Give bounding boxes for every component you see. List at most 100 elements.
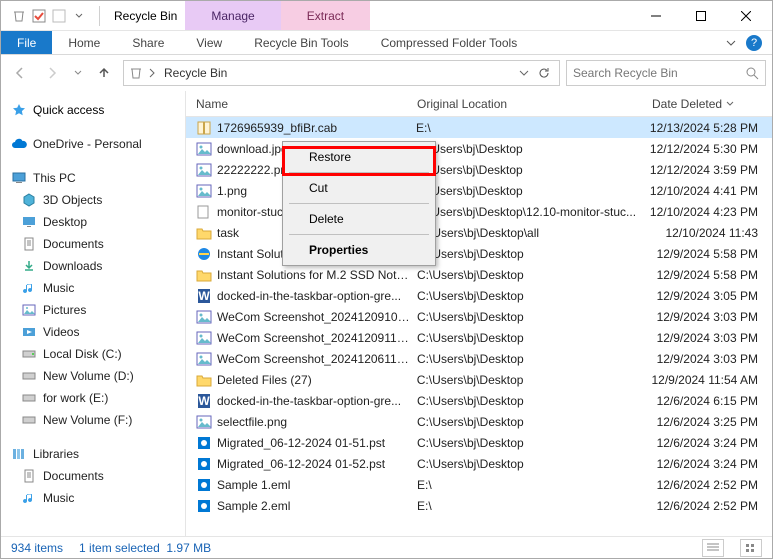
file-name: WeCom Screenshot_202412091100... [217, 331, 411, 345]
file-date: 12/6/2024 3:24 PM [646, 457, 772, 471]
address-dropdown-icon[interactable] [519, 68, 529, 78]
file-date: 12/12/2024 3:59 PM [644, 163, 772, 177]
tab-compressed-tools[interactable]: Compressed Folder Tools [365, 31, 534, 54]
svg-text:W: W [198, 394, 210, 408]
icons-view-button[interactable] [740, 539, 762, 557]
table-row[interactable]: Migrated_06-12-2024 01-51.pstC:\Users\bj… [186, 432, 772, 453]
chevron-right-icon[interactable] [148, 68, 156, 78]
file-name: WeCom Screenshot_202412091059... [217, 310, 411, 324]
nav-icon [21, 412, 37, 428]
forward-button[interactable] [39, 60, 65, 86]
file-icon [196, 435, 212, 451]
nav-pc-pictures[interactable]: Pictures [1, 299, 185, 321]
tab-view[interactable]: View [180, 31, 238, 54]
file-tab[interactable]: File [1, 31, 52, 54]
file-location: C:\Users\bj\Desktop [410, 163, 644, 177]
table-row[interactable]: 1.pngC:\Users\bj\Desktop12/10/2024 4:41 … [186, 180, 772, 201]
breadcrumb-segment[interactable]: Recycle Bin [160, 66, 231, 80]
file-name: Migrated_06-12-2024 01-51.pst [217, 436, 385, 450]
file-icon: W [196, 288, 212, 304]
table-row[interactable]: Instant Solutions for M.2 SSD Not S...C:… [186, 264, 772, 285]
nav-pc-new-volume-f-[interactable]: New Volume (F:) [1, 409, 185, 431]
navigation-pane[interactable]: Quick access OneDrive - Personal This PC… [1, 91, 186, 536]
help-icon[interactable]: ? [746, 35, 762, 51]
file-date: 12/6/2024 3:25 PM [646, 415, 772, 429]
address-box[interactable]: Recycle Bin [123, 60, 560, 86]
table-row[interactable]: Migrated_06-12-2024 01-52.pstC:\Users\bj… [186, 453, 772, 474]
table-row[interactable]: Deleted Files (27)C:\Users\bj\Desktop12/… [186, 369, 772, 390]
menu-properties[interactable]: Properties [285, 237, 433, 263]
ribbon-expand-icon[interactable] [726, 38, 736, 48]
nav-label: Music [43, 281, 74, 295]
file-icon [196, 477, 212, 493]
nav-pc-desktop[interactable]: Desktop [1, 211, 185, 233]
tab-home[interactable]: Home [52, 31, 116, 54]
search-placeholder: Search Recycle Bin [573, 66, 678, 80]
nav-pc-documents[interactable]: Documents [1, 233, 185, 255]
nav-onedrive[interactable]: OneDrive - Personal [1, 133, 185, 155]
table-row[interactable]: WeCom Screenshot_202412091100...C:\Users… [186, 327, 772, 348]
back-button[interactable] [7, 60, 33, 86]
nav-quick-access[interactable]: Quick access [1, 99, 185, 121]
nav-pc-downloads[interactable]: Downloads [1, 255, 185, 277]
file-date: 12/9/2024 5:58 PM [646, 268, 772, 282]
table-row[interactable]: WeCom Screenshot_202412061139...C:\Users… [186, 348, 772, 369]
table-row[interactable]: Sample 2.emlE:\12/6/2024 2:52 PM [186, 495, 772, 516]
nav-label: Documents [43, 237, 104, 251]
table-row[interactable]: selectfile.pngC:\Users\bj\Desktop12/6/20… [186, 411, 772, 432]
details-view-button[interactable] [702, 539, 724, 557]
file-icon [196, 372, 212, 388]
minimize-button[interactable] [633, 1, 678, 31]
close-button[interactable] [723, 1, 768, 31]
menu-separator [289, 172, 429, 173]
recycle-bin-icon [11, 8, 27, 24]
file-date: 12/9/2024 3:03 PM [646, 310, 772, 324]
context-menu: Restore Cut Delete Properties [282, 141, 436, 266]
table-row[interactable]: Sample 1.emlE:\12/6/2024 2:52 PM [186, 474, 772, 495]
table-row[interactable]: taskC:\Users\bj\Desktop\all12/10/2024 11… [186, 222, 772, 243]
table-row[interactable]: Wdocked-in-the-taskbar-option-gre...C:\U… [186, 390, 772, 411]
file-icon [196, 456, 212, 472]
file-name: WeCom Screenshot_202412061139... [217, 352, 411, 366]
nav-pc-music[interactable]: Music [1, 277, 185, 299]
properties-checkbox-icon[interactable] [31, 8, 47, 24]
nav-pc-videos[interactable]: Videos [1, 321, 185, 343]
star-icon [11, 102, 27, 118]
menu-restore[interactable]: Restore [285, 144, 433, 170]
dropdown-icon[interactable] [71, 8, 87, 24]
ctx-tab-extract[interactable]: Extract [281, 1, 370, 30]
up-button[interactable] [91, 60, 117, 86]
new-folder-icon[interactable] [51, 8, 67, 24]
nav-libraries[interactable]: Libraries [1, 443, 185, 465]
table-row[interactable]: monitor-stuck-in...C:\Users\bj\Desktop\1… [186, 201, 772, 222]
file-rows[interactable]: 1726965939_bfiBr.cabE:\12/13/2024 5:28 P… [186, 117, 772, 536]
nav-icon [21, 214, 37, 230]
search-input[interactable]: Search Recycle Bin [566, 60, 766, 86]
refresh-icon[interactable] [533, 66, 555, 80]
menu-delete[interactable]: Delete [285, 206, 433, 232]
recent-dropdown-icon[interactable] [71, 60, 85, 86]
ctx-tab-manage[interactable]: Manage [185, 1, 280, 30]
nav-lib-music[interactable]: Music [1, 487, 185, 509]
maximize-button[interactable] [678, 1, 723, 31]
tab-recycle-bin-tools[interactable]: Recycle Bin Tools [238, 31, 365, 54]
nav-pc-local-disk-c-[interactable]: Local Disk (C:) [1, 343, 185, 365]
nav-lib-documents[interactable]: Documents [1, 465, 185, 487]
col-header-date[interactable]: Date Deleted [646, 97, 772, 111]
table-row[interactable]: Instant Solutions for M.2 SSD Not S...C:… [186, 243, 772, 264]
file-date: 12/10/2024 4:41 PM [644, 184, 772, 198]
table-row[interactable]: Wdocked-in-the-taskbar-option-gre...C:\U… [186, 285, 772, 306]
col-header-name[interactable]: Name [186, 97, 411, 111]
col-header-location[interactable]: Original Location [411, 97, 646, 111]
menu-cut[interactable]: Cut [285, 175, 433, 201]
nav-this-pc[interactable]: This PC [1, 167, 185, 189]
nav-pc-3d-objects[interactable]: 3D Objects [1, 189, 185, 211]
file-date: 12/9/2024 5:58 PM [646, 247, 772, 261]
table-row[interactable]: 22222222.pngC:\Users\bj\Desktop12/12/202… [186, 159, 772, 180]
nav-pc-new-volume-d-[interactable]: New Volume (D:) [1, 365, 185, 387]
nav-pc-for-work-e-[interactable]: for work (E:) [1, 387, 185, 409]
tab-share[interactable]: Share [116, 31, 180, 54]
table-row[interactable]: WeCom Screenshot_202412091059...C:\Users… [186, 306, 772, 327]
table-row[interactable]: 1726965939_bfiBr.cabE:\12/13/2024 5:28 P… [186, 117, 772, 138]
table-row[interactable]: download.jpgC:\Users\bj\Desktop12/12/202… [186, 138, 772, 159]
